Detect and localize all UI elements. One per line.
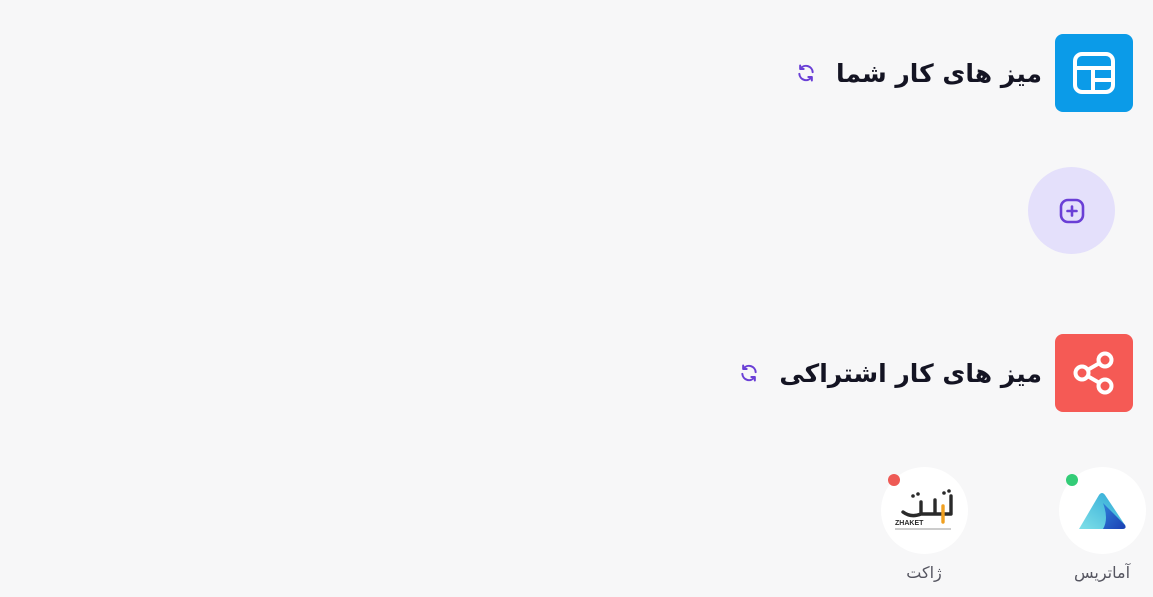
workspace-item-zhaket[interactable]: ZHAKET ژاکت	[874, 467, 974, 582]
online-status-dot	[1065, 474, 1078, 486]
refresh-your-workspaces-button[interactable]	[793, 60, 819, 86]
zhaket-logo-icon: ZHAKET	[895, 488, 953, 529]
plus-square-icon	[1059, 198, 1084, 223]
refresh-icon	[741, 364, 758, 382]
amatris-logo-icon	[1079, 492, 1126, 529]
shared-workspaces-header: میز های کار اشتراکی	[736, 334, 1133, 412]
workspace-name: آماتریس	[1073, 563, 1131, 582]
shared-workspaces-title: میز های کار اشتراکی	[779, 358, 1042, 388]
refresh-icon	[798, 64, 814, 82]
your-workspaces-title: میز های کار شما	[835, 58, 1042, 88]
workspace-item-amatris[interactable]: آماتریس	[1052, 467, 1152, 582]
share-icon	[1055, 334, 1133, 412]
layout-grid-icon	[1055, 34, 1133, 112]
workspace-avatar	[1058, 467, 1146, 554]
add-workspace-button[interactable]	[1028, 167, 1115, 254]
offline-status-dot	[887, 474, 900, 486]
workspace-avatar: ZHAKET	[880, 467, 968, 554]
refresh-shared-workspaces-button[interactable]	[736, 360, 762, 386]
svg-text:ZHAKET: ZHAKET	[895, 520, 924, 527]
your-workspaces-header: میز های کار شما	[793, 34, 1133, 112]
workspaces-page: میز های کار شما میز های کار اشتراکی آمات…	[0, 0, 1153, 597]
workspace-name: ژاکت	[906, 563, 942, 582]
